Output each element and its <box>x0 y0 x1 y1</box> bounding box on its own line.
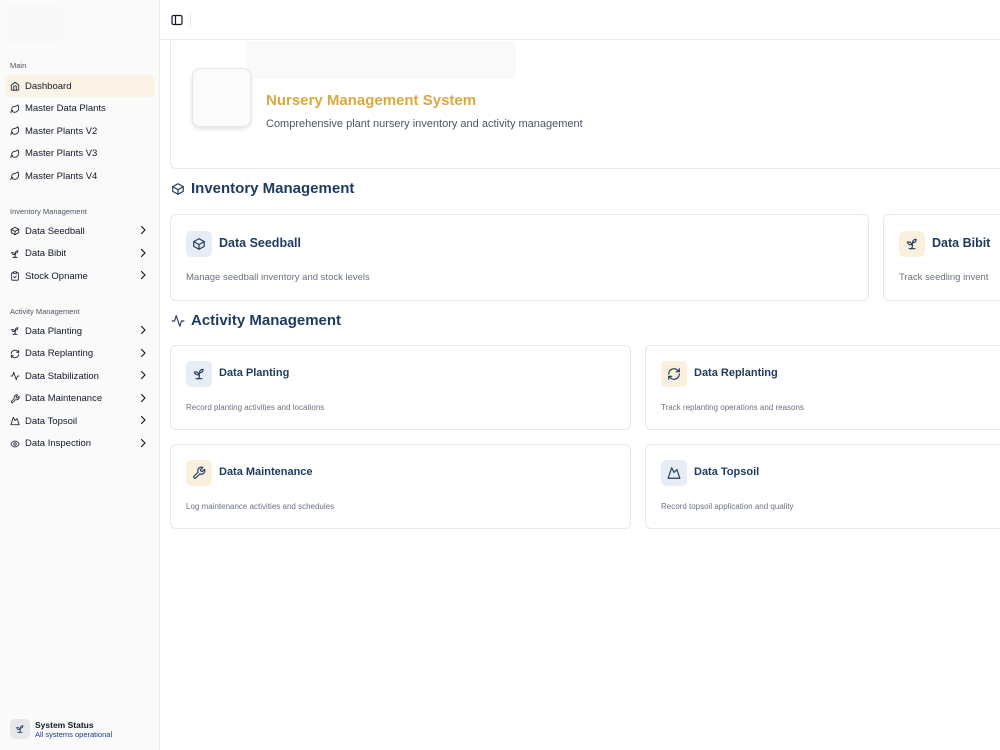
chevron-right-icon <box>139 270 147 280</box>
card-title: Data Maintenance <box>219 466 313 478</box>
card-title: Data Replanting <box>694 367 778 379</box>
mountain-icon <box>661 460 687 486</box>
sidebar-item-label: Master Plants V3 <box>25 148 98 159</box>
sidebar: Main Dashboard Master Data Plants Master… <box>0 0 160 750</box>
chevron-right-icon <box>139 225 147 235</box>
sidebar-item-dashboard[interactable]: Dashboard <box>5 75 155 97</box>
home-icon <box>10 81 20 91</box>
card-data-replanting[interactable]: Data Replanting Track replanting operati… <box>645 345 1000 430</box>
wrench-icon <box>10 393 20 404</box>
hero-decoration <box>246 41 516 79</box>
sidebar-item-data-topsoil[interactable]: Data Topsoil <box>5 410 155 432</box>
sidebar-item-data-inspection[interactable]: Data Inspection <box>5 433 155 455</box>
sidebar-item-label: Stock Opname <box>25 270 88 282</box>
card-description: Track replanting operations and reasons <box>661 403 804 412</box>
activity-section-header: Activity Management <box>171 312 341 329</box>
chevron-right-icon <box>139 393 147 403</box>
topbar-divider <box>190 13 191 27</box>
chevron-right-icon <box>139 325 147 335</box>
sidebar-item-data-seedball[interactable]: Data Seedball <box>5 220 155 242</box>
sidebar-brand <box>8 4 151 44</box>
sidebar-toggle-button[interactable] <box>170 13 184 27</box>
card-description: Manage seedball inventory and stock leve… <box>186 272 370 283</box>
activity-icon <box>10 371 20 381</box>
refresh-icon <box>661 361 687 387</box>
nav-group-label-main: Main <box>10 61 27 70</box>
package-icon <box>171 182 185 196</box>
sidebar-item-label: Master Plants V2 <box>25 125 98 137</box>
status-title: System Status <box>35 719 94 730</box>
card-description: Record topsoil application and quality <box>661 502 794 511</box>
sprout-icon <box>186 361 212 387</box>
card-title: Data Bibit <box>932 236 991 250</box>
card-data-maintenance[interactable]: Data Maintenance Log maintenance activit… <box>170 444 631 529</box>
leaf-icon <box>10 148 20 159</box>
sidebar-item-master-plants-v2[interactable]: Master Plants V2 <box>5 120 155 142</box>
card-data-planting[interactable]: Data Planting Record planting activities… <box>170 345 631 430</box>
leaf-icon <box>10 171 20 181</box>
sidebar-item-label: Data Seedball <box>25 225 85 237</box>
panel-left-icon <box>171 14 183 26</box>
inventory-section-header: Inventory Management <box>171 180 354 197</box>
sidebar-item-label: Master Data Plants <box>25 103 106 114</box>
sidebar-item-stock-opname[interactable]: Stock Opname <box>5 265 155 287</box>
system-status: System Status All systems operational <box>10 719 112 739</box>
card-description: Log maintenance activities and schedules <box>186 502 335 511</box>
section-title: Inventory Management <box>191 180 355 197</box>
hero-banner: Nursery Management System Comprehensive … <box>170 41 1000 169</box>
card-description: Record planting activities and locations <box>186 403 325 412</box>
sidebar-item-data-maintenance[interactable]: Data Maintenance <box>5 388 155 410</box>
sidebar-item-master-plants-v4[interactable]: Master Plants V4 <box>5 165 155 187</box>
card-title: Data Topsoil <box>694 466 760 478</box>
sidebar-item-label: Data Topsoil <box>25 415 78 427</box>
sidebar-item-data-stabilization[interactable]: Data Stabilization <box>5 365 155 387</box>
refresh-icon <box>10 349 20 359</box>
sidebar-item-label: Master Plants V4 <box>25 170 98 182</box>
chevron-right-icon <box>139 248 147 258</box>
section-title: Activity Management <box>191 312 342 329</box>
sidebar-item-data-planting[interactable]: Data Planting <box>5 320 155 342</box>
sidebar-item-label: Data Planting <box>25 325 83 337</box>
sprout-icon <box>10 249 20 259</box>
eye-icon <box>10 439 20 449</box>
sidebar-item-label: Data Replanting <box>25 348 94 359</box>
page-subtitle: Comprehensive plant nursery inventory an… <box>266 118 583 130</box>
card-data-topsoil[interactable]: Data Topsoil Record topsoil application … <box>645 444 1000 529</box>
page-title: Nursery Management System <box>266 92 477 109</box>
sidebar-item-label: Data Maintenance <box>25 393 103 404</box>
sprout-icon <box>10 719 30 739</box>
sprout-icon <box>10 326 20 336</box>
nav-group-label-inventory: Inventory Management <box>10 207 87 216</box>
clipboard-icon <box>10 271 20 281</box>
card-description: Track seedling invent <box>899 272 989 283</box>
sidebar-item-data-bibit[interactable]: Data Bibit <box>5 243 155 265</box>
sidebar-item-label: Dashboard <box>25 80 72 92</box>
sprout-icon <box>899 231 925 257</box>
sidebar-item-label: Data Bibit <box>25 248 67 259</box>
activity-icon <box>171 314 185 328</box>
nav-group-label-activity: Activity Management <box>10 307 80 316</box>
chevron-right-icon <box>139 348 147 358</box>
card-data-seedball[interactable]: Data Seedball Manage seedball inventory … <box>170 214 869 301</box>
chevron-right-icon <box>139 370 147 380</box>
sidebar-item-data-replanting[interactable]: Data Replanting <box>5 343 155 365</box>
sidebar-item-master-data-plants[interactable]: Master Data Plants <box>5 98 155 120</box>
topbar <box>160 0 1000 40</box>
sidebar-item-master-plants-v3[interactable]: Master Plants V3 <box>5 143 155 165</box>
mountain-icon <box>10 416 20 426</box>
card-title: Data Planting <box>219 367 290 379</box>
status-subtitle: All systems operational <box>35 729 113 739</box>
hero-logo <box>192 68 251 127</box>
leaf-icon <box>10 126 20 136</box>
package-icon <box>186 231 212 257</box>
wrench-icon <box>186 460 212 486</box>
card-data-bibit[interactable]: Data Bibit Track seedling invent <box>883 214 1000 301</box>
chevron-right-icon <box>139 438 147 448</box>
chevron-right-icon <box>139 415 147 425</box>
leaf-icon <box>10 103 20 114</box>
sidebar-item-label: Data Stabilization <box>25 370 99 382</box>
card-title: Data Seedball <box>219 236 301 250</box>
package-icon <box>10 226 20 236</box>
sidebar-item-label: Data Inspection <box>25 438 92 449</box>
